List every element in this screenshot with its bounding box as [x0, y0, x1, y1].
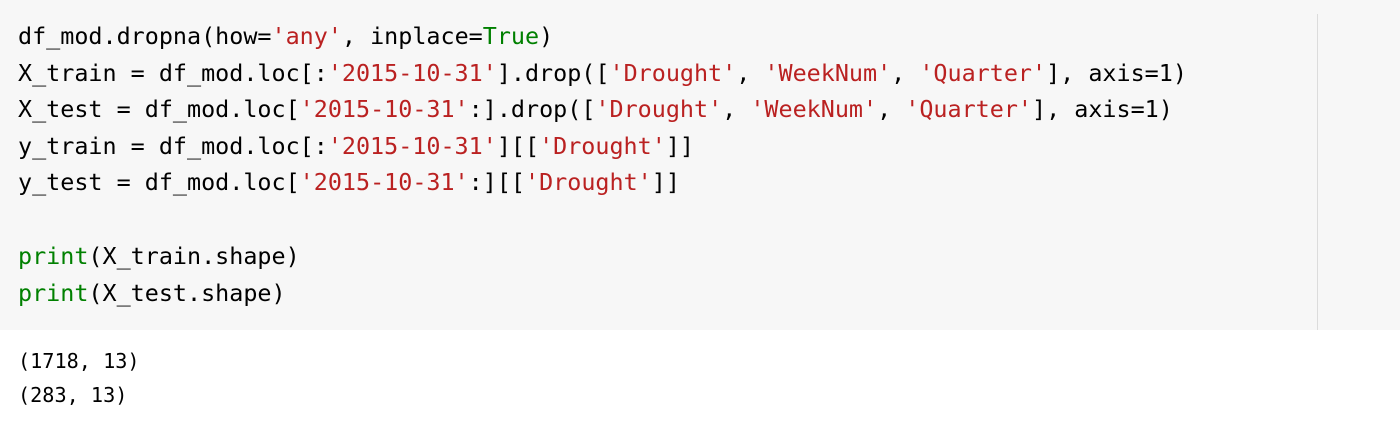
code-line-1: df_mod.dropna(how='any', inplace=True) [18, 18, 553, 55]
code-token-str: 'Quarter' [919, 59, 1047, 87]
code-token-kw: True [482, 22, 540, 50]
code-input-area[interactable]: df_mod.dropna(how='any', inplace=True) X_… [0, 0, 1400, 330]
code-line-5: y_test = df_mod.loc['2015-10-31':][['Dro… [18, 164, 680, 201]
code-token-plain: (X_test.shape) [88, 279, 286, 307]
code-token-plain: ], axis=1) [1032, 95, 1173, 123]
code-token-plain: ]] [665, 132, 694, 160]
code-token-str: '2015-10-31' [327, 132, 497, 160]
code-token-plain: y_train = df_mod.loc[: [18, 132, 328, 160]
code-token-str: 'WeekNum' [764, 59, 892, 87]
code-token-plain: df_mod.dropna(how= [18, 22, 272, 50]
code-token-plain: y_test = df_mod.loc[ [18, 168, 300, 196]
code-token-plain: :].drop([ [468, 95, 596, 123]
code-token-str: 'Drought' [609, 59, 737, 87]
code-token-str: '2015-10-31' [299, 95, 469, 123]
code-token-plain: ].drop([ [496, 59, 610, 87]
code-line-3: X_test = df_mod.loc['2015-10-31':].drop(… [18, 91, 1173, 128]
output-line-1: (1718, 13) [18, 349, 140, 373]
code-token-plain: , [736, 59, 765, 87]
code-token-plain: , [722, 95, 751, 123]
code-token-plain: , [877, 95, 906, 123]
code-token-plain: , [891, 59, 920, 87]
code-token-str: 'Drought' [539, 132, 666, 160]
code-token-str: 'Drought' [595, 95, 723, 123]
code-token-str: '2015-10-31' [327, 59, 497, 87]
code-line-2: X_train = df_mod.loc[:'2015-10-31'].drop… [18, 55, 1187, 92]
code-token-plain: , inplace= [341, 22, 483, 50]
code-token-builtin: print [18, 242, 89, 270]
code-token-plain: X_train = df_mod.loc[: [18, 59, 328, 87]
code-token-str: '2015-10-31' [299, 168, 469, 196]
output-line-2: (283, 13) [18, 383, 128, 407]
code-line-8: print(X_test.shape) [18, 275, 286, 312]
code-token-plain: ], axis=1) [1046, 59, 1187, 87]
code-token-str: 'Quarter' [905, 95, 1032, 123]
code-token-plain: (X_train.shape) [88, 242, 300, 270]
code-token-plain: X_test = df_mod.loc[ [18, 95, 300, 123]
code-line-4: y_train = df_mod.loc[:'2015-10-31'][['Dr… [18, 128, 694, 165]
code-token-str: 'any' [271, 22, 342, 50]
code-token-str: 'WeekNum' [750, 95, 878, 123]
code-line-7: print(X_train.shape) [18, 238, 300, 275]
code-token-plain: ][[ [496, 132, 540, 160]
code-token-plain: ) [539, 22, 554, 50]
code-token-builtin: print [18, 279, 89, 307]
code-token-plain: ]] [651, 168, 680, 196]
line-length-ruler [1317, 14, 1318, 330]
notebook-cell: df_mod.dropna(how='any', inplace=True) X_… [0, 0, 1400, 441]
code-token-plain: :][[ [468, 168, 525, 196]
code-token-str: 'Drought' [525, 168, 652, 196]
